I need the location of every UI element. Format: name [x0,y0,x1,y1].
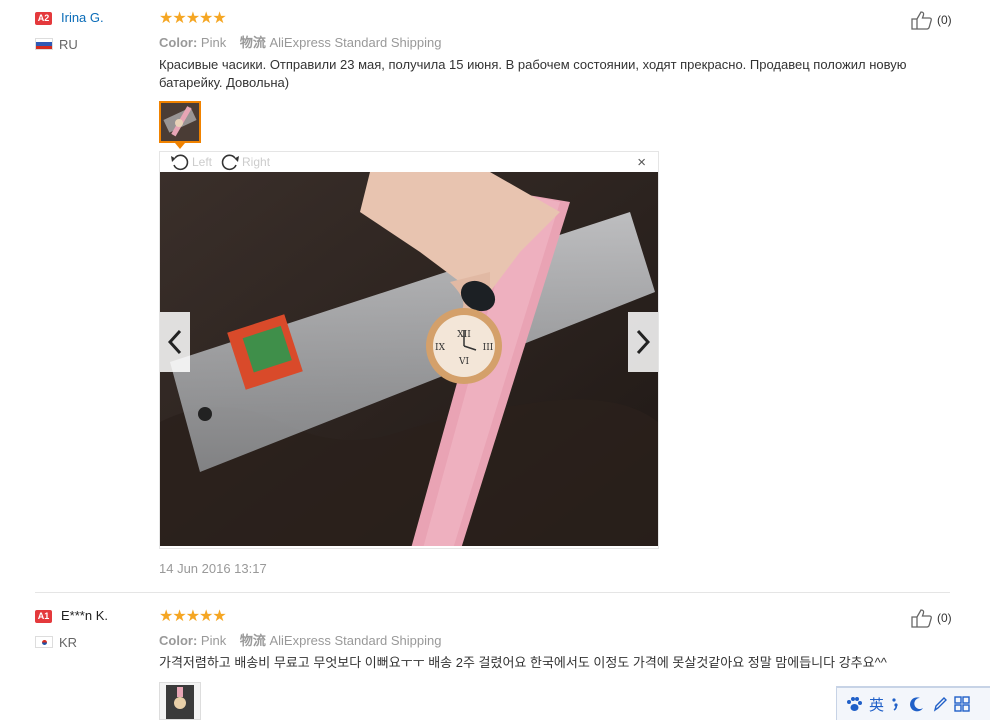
moon-icon[interactable] [908,695,926,713]
review-photo: XII VI IX III [160,172,658,546]
thumbs-up-icon [911,609,932,628]
review-date: 14 Jun 2016 13:17 [159,561,267,576]
rating-stars: ★★★★★ [159,608,227,625]
next-photo-button[interactable] [628,312,658,372]
chevron-right-icon [636,329,650,355]
buyer-level-badge: A2 [35,12,52,25]
russia-flag-icon [35,38,53,50]
color-label: Color: [159,633,198,648]
shipping-label: 物流 [239,35,266,50]
ime-toolbar: 英 [836,686,990,720]
watch-photo-thumbnail-image [161,103,199,141]
reviewer-country: KR [59,635,78,650]
review-text: 가격저렴하고 배송비 무료고 무엇보다 이뻐요ㅜㅜ 배송 2주 걸렸어요 한국에… [159,655,887,670]
watch-photo-image: XII VI IX III [160,172,658,546]
review-meta: Color: Pink 物流 AliExpress Standard Shipp… [159,32,441,51]
reviewer-name[interactable]: E***n K. [61,608,108,623]
close-viewer-button[interactable]: × [637,154,646,172]
review-meta: Color: Pink 物流 AliExpress Standard Shipp… [159,630,441,649]
review-photo-thumbnail[interactable] [159,682,201,720]
rotate-left-button[interactable]: Left [170,153,212,171]
svg-text:IX: IX [435,343,446,353]
helpful-button[interactable]: (0) [910,10,952,30]
review-divider [35,592,950,593]
photo-viewer: Left Right × VI IX III [159,151,659,549]
thumbs-up-icon [911,11,932,30]
svg-text:III: III [483,343,494,353]
color-value: Pink [200,35,227,50]
rotate-right-label: Right [242,155,271,169]
grid-icon[interactable] [954,696,970,712]
shipping-value: AliExpress Standard Shipping [269,35,442,50]
reviewer-country: RU [59,37,78,52]
svg-text:VI: VI [458,357,469,367]
color-value: Pink [200,633,227,648]
buyer-level-badge: A1 [35,610,52,623]
thumbnail-pointer [175,143,185,149]
helpful-count: (0) [937,13,952,27]
review-text: Красивые часики. Отправили 23 мая, получ… [159,57,907,90]
helpful-button[interactable]: (0) [910,608,952,628]
helpful-count: (0) [937,611,952,625]
reviewer-name[interactable]: Irina G. [61,10,104,25]
ime-language-toggle[interactable]: 英 [869,694,884,715]
rotate-right-icon [221,154,240,171]
rating-stars: ★★★★★ [159,10,227,27]
watch-photo-thumbnail-image [160,683,200,719]
punctuation-icon[interactable] [890,695,902,713]
color-label: Color: [159,35,198,50]
review-photo-thumbnail[interactable] [159,101,201,143]
paw-icon[interactable] [845,695,863,713]
chevron-left-icon [168,329,182,355]
rotate-left-label: Left [192,155,213,169]
previous-photo-button[interactable] [160,312,190,372]
shipping-label: 物流 [239,633,266,648]
shipping-value: AliExpress Standard Shipping [269,633,442,648]
rotate-right-button[interactable]: Right [220,153,270,171]
pen-icon[interactable] [932,695,948,713]
rotate-left-icon [171,154,189,171]
south-korea-flag-icon [35,636,53,648]
rotate-toolbar: Left Right [160,152,658,172]
